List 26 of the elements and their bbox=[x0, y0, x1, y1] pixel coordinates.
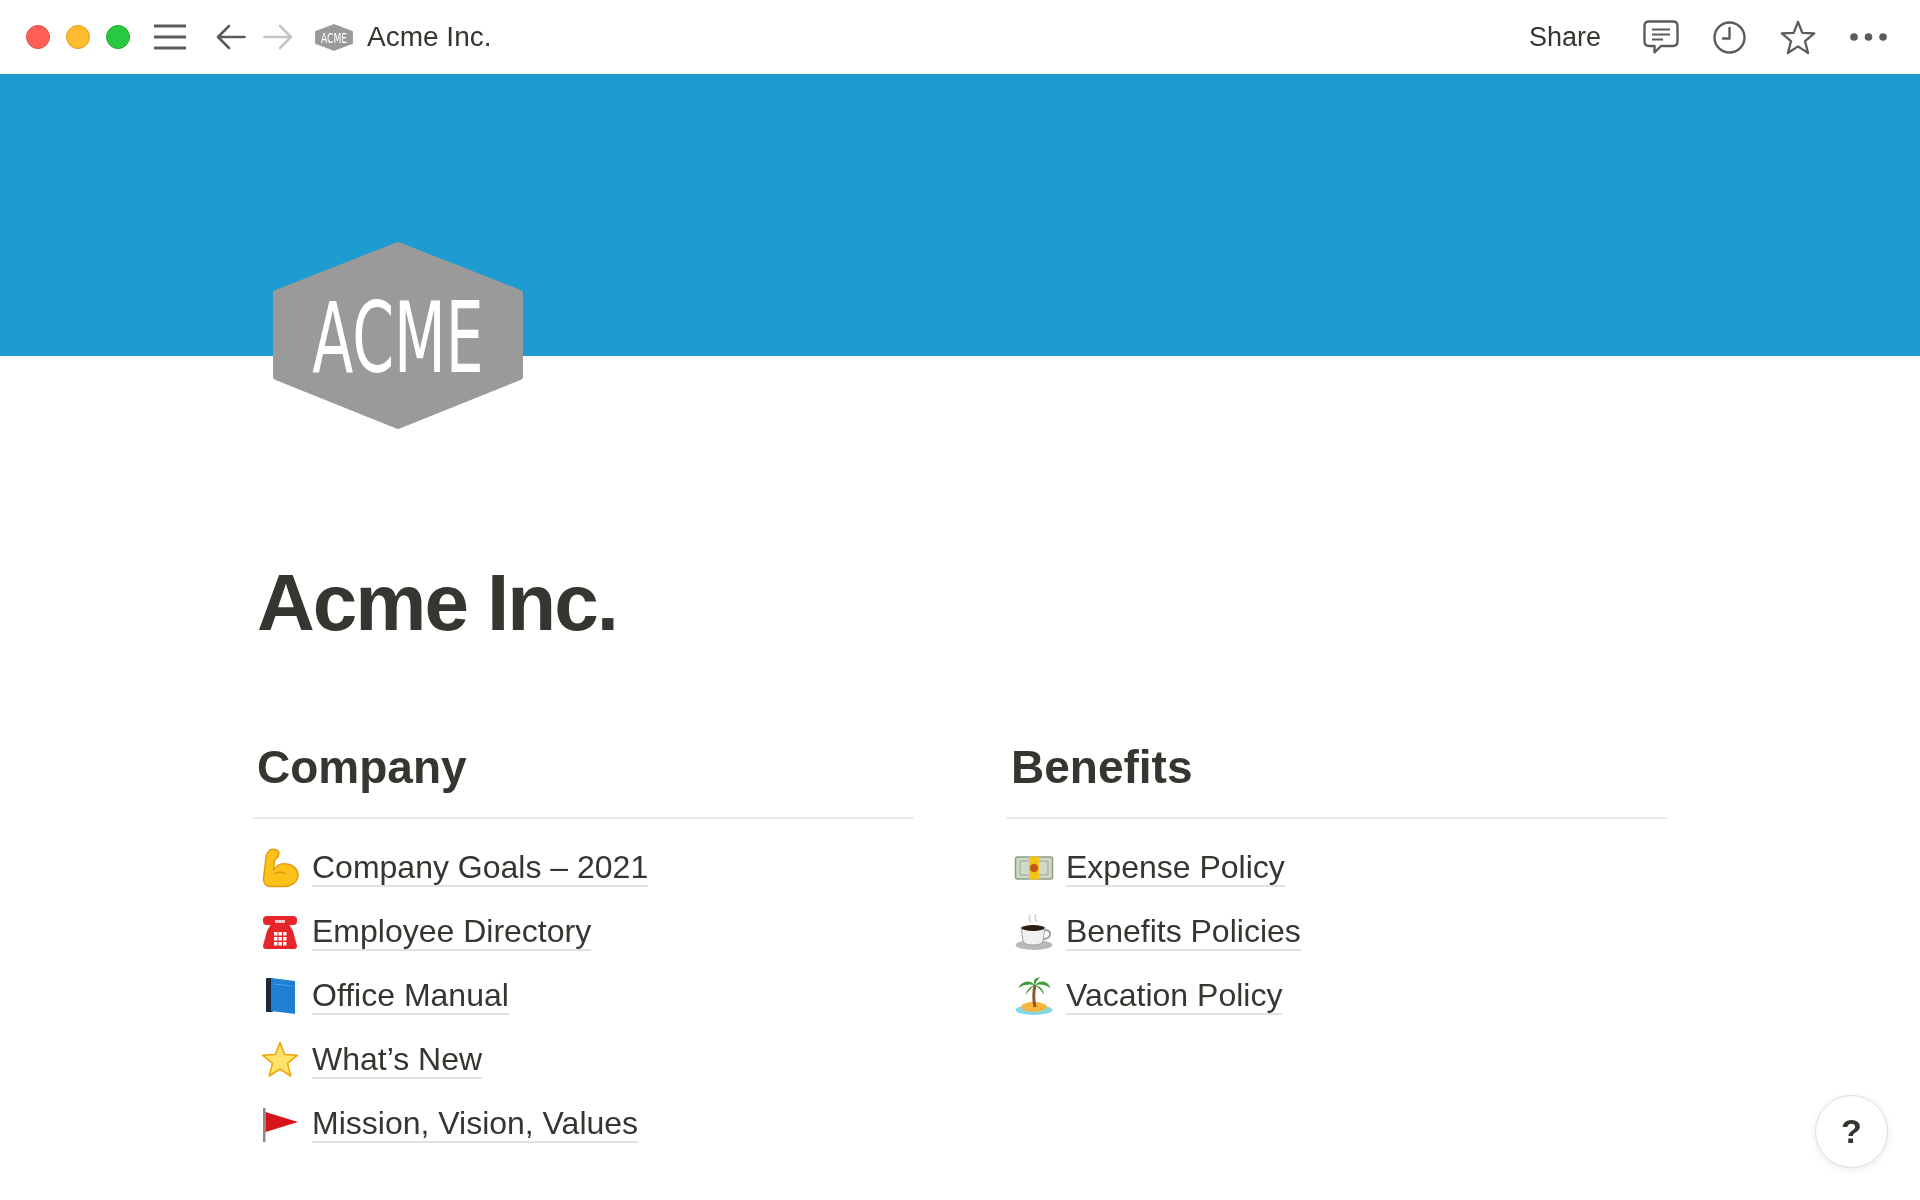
flexed-arm-icon bbox=[260, 848, 300, 889]
page-link[interactable]: Employee Directory bbox=[312, 913, 592, 951]
clock-icon[interactable] bbox=[1713, 20, 1746, 54]
page-link[interactable]: Expense Policy bbox=[1066, 849, 1285, 887]
menu-icon[interactable] bbox=[154, 24, 186, 50]
share-button[interactable]: Share bbox=[1520, 17, 1609, 57]
window-close-button[interactable] bbox=[26, 25, 50, 49]
help-button[interactable]: ? bbox=[1815, 1095, 1888, 1168]
speech-bubble-icon[interactable] bbox=[1643, 20, 1679, 54]
window-zoom-button[interactable] bbox=[106, 25, 130, 49]
page-link[interactable]: Vacation Policy bbox=[1066, 977, 1283, 1015]
section-heading: Benefits bbox=[1011, 740, 1193, 795]
page-title: Acme Inc. bbox=[257, 557, 617, 649]
more-icon[interactable] bbox=[1850, 33, 1887, 41]
page-link[interactable]: What’s New bbox=[312, 1041, 483, 1079]
page-link[interactable]: Company Goals – 2021 bbox=[312, 849, 649, 887]
page-link[interactable]: Benefits Policies bbox=[1066, 913, 1301, 951]
breadcrumb-title[interactable]: Acme Inc. bbox=[367, 21, 492, 53]
coffee-cup-icon bbox=[1014, 912, 1054, 953]
palm-island-icon bbox=[1014, 976, 1054, 1017]
page-link[interactable]: Office Manual bbox=[312, 977, 509, 1015]
page-link[interactable]: Mission, Vision, Values bbox=[312, 1105, 639, 1143]
section-heading: Company bbox=[257, 740, 467, 795]
star-icon[interactable] bbox=[1780, 19, 1816, 55]
hexagon-logo: ACME bbox=[273, 241, 523, 430]
arrow-left-icon[interactable] bbox=[216, 24, 246, 50]
